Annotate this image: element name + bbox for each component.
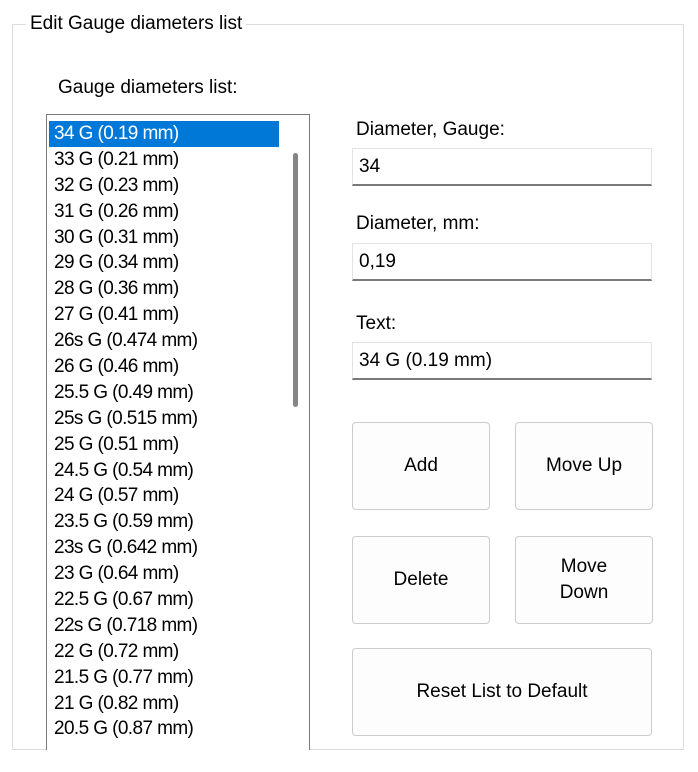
text-label: Text: xyxy=(356,313,397,334)
diameter-mm-label: Diameter, mm: xyxy=(356,213,480,234)
list-item[interactable]: 29 G (0.34 mm) xyxy=(49,250,279,276)
group-title: Edit Gauge diameters list xyxy=(26,12,247,36)
list-item[interactable]: 22.5 G (0.67 mm) xyxy=(49,587,279,613)
list-item[interactable]: 25 G (0.51 mm) xyxy=(49,432,279,458)
list-item[interactable]: 21.5 G (0.77 mm) xyxy=(49,665,279,691)
move-up-button[interactable]: Move Up xyxy=(515,422,653,510)
gauge-editor-panel: Edit Gauge diameters list Gauge diameter… xyxy=(0,0,698,772)
vertical-scrollbar[interactable] xyxy=(281,115,309,750)
list-label: Gauge diameters list: xyxy=(58,77,238,98)
list-item[interactable]: 20.5 G (0.87 mm) xyxy=(49,716,279,742)
list-item[interactable]: 30 G (0.31 mm) xyxy=(49,225,279,251)
list-item[interactable]: 33 G (0.21 mm) xyxy=(49,147,279,173)
list-item-selected[interactable]: 34 G (0.19 mm) xyxy=(49,121,279,147)
list-item[interactable]: 24 G (0.57 mm) xyxy=(49,483,279,509)
list-item[interactable]: 23 G (0.64 mm) xyxy=(49,561,279,587)
list-item[interactable]: 26s G (0.474 mm) xyxy=(49,328,279,354)
list-item[interactable]: 26 G (0.46 mm) xyxy=(49,354,279,380)
list-item[interactable]: 21 G (0.82 mm) xyxy=(49,691,279,717)
list-item[interactable]: 23.5 G (0.59 mm) xyxy=(49,509,279,535)
list-item[interactable]: 22s G (0.718 mm) xyxy=(49,613,279,639)
gauge-diameters-listbox[interactable]: 34 G (0.19 mm) 33 G (0.21 mm) 32 G (0.23 m… xyxy=(46,114,310,750)
reset-list-button[interactable]: Reset List to Default xyxy=(352,648,652,736)
list-items: 34 G (0.19 mm) 33 G (0.21 mm) 32 G (0.23 m… xyxy=(49,121,279,742)
list-item[interactable]: 31 G (0.26 mm) xyxy=(49,199,279,225)
text-input[interactable] xyxy=(352,342,652,380)
diameter-gauge-label: Diameter, Gauge: xyxy=(356,119,505,140)
move-down-button[interactable]: Move Down xyxy=(515,536,653,624)
scrollbar-thumb[interactable] xyxy=(293,153,298,407)
list-item[interactable]: 32 G (0.23 mm) xyxy=(49,173,279,199)
list-item[interactable]: 27 G (0.41 mm) xyxy=(49,302,279,328)
list-item[interactable]: 25s G (0.515 mm) xyxy=(49,406,279,432)
list-item[interactable]: 24.5 G (0.54 mm) xyxy=(49,458,279,484)
list-item[interactable]: 28 G (0.36 mm) xyxy=(49,276,279,302)
diameter-mm-input[interactable] xyxy=(352,243,652,281)
list-item[interactable]: 23s G (0.642 mm) xyxy=(49,535,279,561)
delete-button[interactable]: Delete xyxy=(352,536,490,624)
list-item[interactable]: 25.5 G (0.49 mm) xyxy=(49,380,279,406)
list-item[interactable]: 22 G (0.72 mm) xyxy=(49,639,279,665)
diameter-gauge-input[interactable] xyxy=(352,148,652,186)
add-button[interactable]: Add xyxy=(352,422,490,510)
